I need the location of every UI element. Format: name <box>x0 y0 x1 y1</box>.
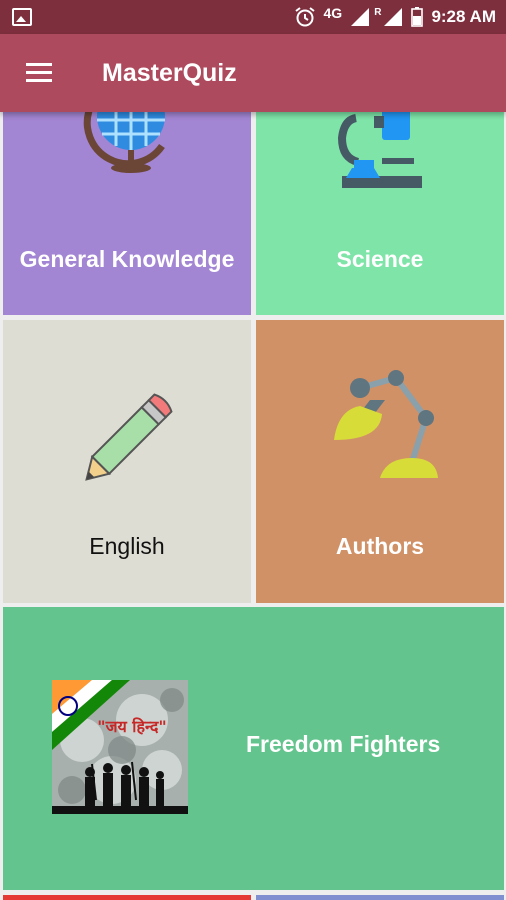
freedom-fighters-image-caption: "जय हिन्द" <box>97 717 166 736</box>
category-tile-partial[interactable] <box>256 895 504 900</box>
category-label: English <box>89 533 165 559</box>
category-science[interactable]: Science <box>256 112 504 315</box>
network-type: 4G <box>323 5 343 21</box>
category-grid: General Knowledge Science English Author… <box>0 112 506 900</box>
gallery-icon <box>12 8 32 26</box>
status-time: 9:28 AM <box>431 7 496 26</box>
roaming-indicator: R <box>374 6 382 18</box>
category-label: Authors <box>335 533 425 559</box>
category-label: General Knowledge <box>19 246 235 272</box>
pencil-icon <box>85 393 173 481</box>
microscope-icon <box>337 112 422 188</box>
category-tile-partial[interactable] <box>3 895 251 900</box>
category-label: Science <box>336 246 424 272</box>
app-bar: MasterQuiz <box>0 34 506 112</box>
alarm-icon <box>294 7 315 27</box>
category-authors[interactable]: Authors <box>256 320 504 603</box>
status-bar-right: 4G R 9:28 AM <box>294 0 496 34</box>
freedom-fighters-image: "जय हिन्द" <box>52 680 188 814</box>
desk-lamp-icon <box>334 370 438 478</box>
status-bar: 4G R 9:28 AM <box>0 0 506 34</box>
category-general-knowledge[interactable]: General Knowledge <box>3 112 251 315</box>
hamburger-menu-icon[interactable] <box>26 63 52 83</box>
signal-icon-2 <box>384 8 403 26</box>
category-label: Freedom Fighters <box>246 731 441 757</box>
globe-icon <box>83 112 165 173</box>
signal-icon <box>351 8 370 26</box>
category-freedom-fighters[interactable]: "जय हिन्द" Freedom Fighters <box>3 607 504 890</box>
category-english[interactable]: English <box>3 320 251 603</box>
battery-icon <box>411 7 424 27</box>
app-title: MasterQuiz <box>102 59 237 87</box>
